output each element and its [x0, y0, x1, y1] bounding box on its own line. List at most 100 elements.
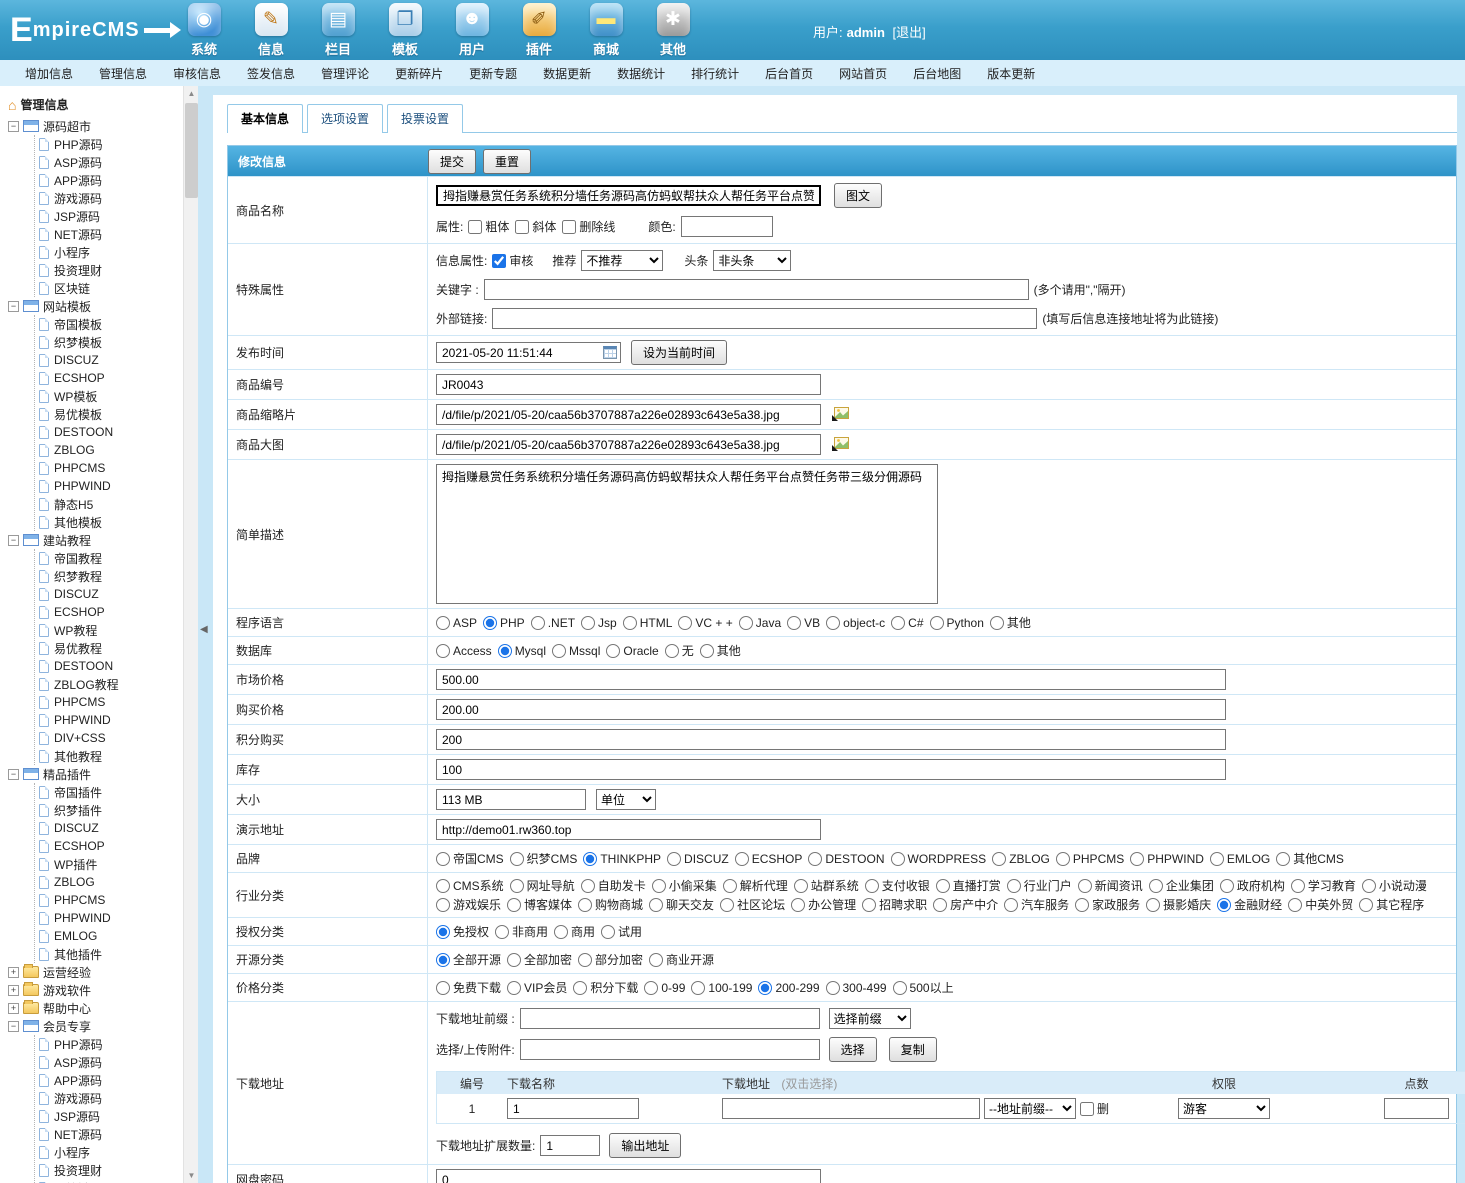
collapse-icon[interactable]: − [8, 121, 19, 132]
radio-input[interactable] [1078, 879, 1092, 893]
tab-0[interactable]: 基本信息 [227, 104, 303, 133]
radio-option[interactable]: Mssql [552, 644, 600, 658]
tree-group[interactable]: −精品插件 [8, 765, 183, 783]
radio-input[interactable] [436, 644, 450, 658]
radio-input[interactable] [652, 879, 666, 893]
size-input[interactable] [436, 789, 586, 810]
radio-input[interactable] [507, 981, 521, 995]
tree-item[interactable]: PHP源码 [39, 1035, 183, 1053]
radio-option[interactable]: VB [787, 616, 820, 630]
radio-option[interactable]: 200-299 [758, 981, 819, 995]
tree-item[interactable]: WP插件 [39, 855, 183, 873]
tree-item[interactable]: 易优模板 [39, 405, 183, 423]
radio-input[interactable] [581, 879, 595, 893]
size-unit-select[interactable]: 单位 [596, 789, 656, 810]
logout-link[interactable]: [退出] [893, 25, 926, 40]
tree-group[interactable]: −会员专享 [8, 1017, 183, 1035]
tree-group[interactable]: −网站模板 [8, 297, 183, 315]
nav-link-8[interactable]: 数据统计 [604, 65, 678, 82]
radio-option[interactable]: 新闻资讯 [1078, 877, 1143, 894]
radio-input[interactable] [573, 981, 587, 995]
tree-group[interactable]: −建站教程 [8, 531, 183, 549]
radio-option[interactable]: 100-199 [691, 981, 752, 995]
radio-input[interactable] [507, 898, 521, 912]
radio-option[interactable]: 游戏娱乐 [436, 896, 501, 913]
dl-points-input[interactable] [1384, 1098, 1449, 1119]
nav-link-4[interactable]: 管理评论 [308, 65, 382, 82]
radio-option[interactable]: 积分下载 [573, 979, 638, 996]
radio-input[interactable] [1075, 898, 1089, 912]
radio-input[interactable] [891, 616, 905, 630]
radio-option[interactable]: ASP [436, 616, 477, 630]
recommend-select[interactable]: 不推荐 [581, 250, 663, 271]
radio-option[interactable]: 500以上 [893, 979, 954, 996]
radio-option[interactable]: Jsp [581, 616, 617, 630]
tree-item[interactable]: PHPCMS [39, 459, 183, 477]
radio-input[interactable] [826, 981, 840, 995]
radio-input[interactable] [601, 925, 615, 939]
radio-option[interactable]: Java [739, 616, 781, 630]
radio-input[interactable] [936, 879, 950, 893]
radio-option[interactable]: DESTOON [808, 852, 884, 866]
radio-input[interactable] [791, 898, 805, 912]
radio-option[interactable]: 全部加密 [507, 951, 572, 968]
checkbox-option[interactable]: 粗体 [468, 218, 509, 235]
radio-option[interactable]: .NET [531, 616, 575, 630]
radio-input[interactable] [649, 898, 663, 912]
tree-root[interactable]: ⌂ 管理信息 [8, 96, 183, 113]
radio-option[interactable]: 解析代理 [723, 877, 788, 894]
radio-option[interactable]: WORDPRESS [891, 852, 987, 866]
tree-item[interactable]: PHPCMS [39, 693, 183, 711]
radio-input[interactable] [1210, 852, 1224, 866]
tree-item[interactable]: ZBLOG教程 [39, 675, 183, 693]
collapse-icon[interactable]: − [8, 535, 19, 546]
radio-input[interactable] [1288, 898, 1302, 912]
radio-option[interactable]: ZBLOG [992, 852, 1050, 866]
radio-input[interactable] [723, 879, 737, 893]
radio-option[interactable]: 商用 [554, 923, 595, 940]
radio-input[interactable] [510, 879, 524, 893]
tree-item[interactable]: WP教程 [39, 621, 183, 639]
nav-link-5[interactable]: 更新碎片 [382, 65, 456, 82]
radio-option[interactable]: 招聘求职 [862, 896, 927, 913]
radio-input[interactable] [1276, 852, 1290, 866]
collapse-icon[interactable]: − [8, 301, 19, 312]
external-link-input[interactable] [492, 308, 1037, 329]
radio-option[interactable]: 免费下载 [436, 979, 501, 996]
radio-option[interactable]: 政府机构 [1220, 877, 1285, 894]
radio-input[interactable] [787, 616, 801, 630]
radio-input[interactable] [552, 644, 566, 658]
nav-link-7[interactable]: 数据更新 [530, 65, 604, 82]
radio-input[interactable] [507, 953, 521, 967]
tree-item[interactable]: JSP源码 [39, 207, 183, 225]
radio-option[interactable]: 小偷采集 [652, 877, 717, 894]
product-name-input[interactable] [436, 185, 821, 206]
radio-input[interactable] [531, 616, 545, 630]
radio-option[interactable]: 全部开源 [436, 951, 501, 968]
tree-item[interactable]: 区块链 [39, 279, 183, 297]
radio-input[interactable] [649, 953, 663, 967]
tree-item[interactable]: ECSHOP [39, 369, 183, 387]
radio-option[interactable]: 非商用 [495, 923, 548, 940]
tree-item[interactable]: 织梦插件 [39, 801, 183, 819]
radio-input[interactable] [1220, 879, 1234, 893]
dl-addr-prefix-select[interactable]: --地址前缀-- [984, 1098, 1076, 1119]
radio-option[interactable]: 社区论坛 [720, 896, 785, 913]
tree-item[interactable]: NET源码 [39, 1125, 183, 1143]
imgtext-button[interactable]: 图文 [834, 183, 882, 208]
nav-link-6[interactable]: 更新专题 [456, 65, 530, 82]
nav-link-10[interactable]: 后台首页 [752, 65, 826, 82]
radio-option[interactable]: 300-499 [826, 981, 887, 995]
image-picker-icon[interactable] [831, 437, 849, 452]
radio-input[interactable] [808, 852, 822, 866]
radio-option[interactable]: VC + + [678, 616, 732, 630]
radio-option[interactable]: 企业集团 [1149, 877, 1214, 894]
buy-price-input[interactable] [436, 699, 1226, 720]
menu-other[interactable]: ✱其他 [651, 3, 695, 58]
radio-option[interactable]: PHPWIND [1130, 852, 1204, 866]
radio-option[interactable]: 其他 [700, 642, 741, 659]
tree-item[interactable]: PHPWIND [39, 477, 183, 495]
radio-option[interactable]: 无 [665, 642, 694, 659]
radio-input[interactable] [436, 616, 450, 630]
radio-option[interactable]: 其他 [990, 614, 1031, 631]
